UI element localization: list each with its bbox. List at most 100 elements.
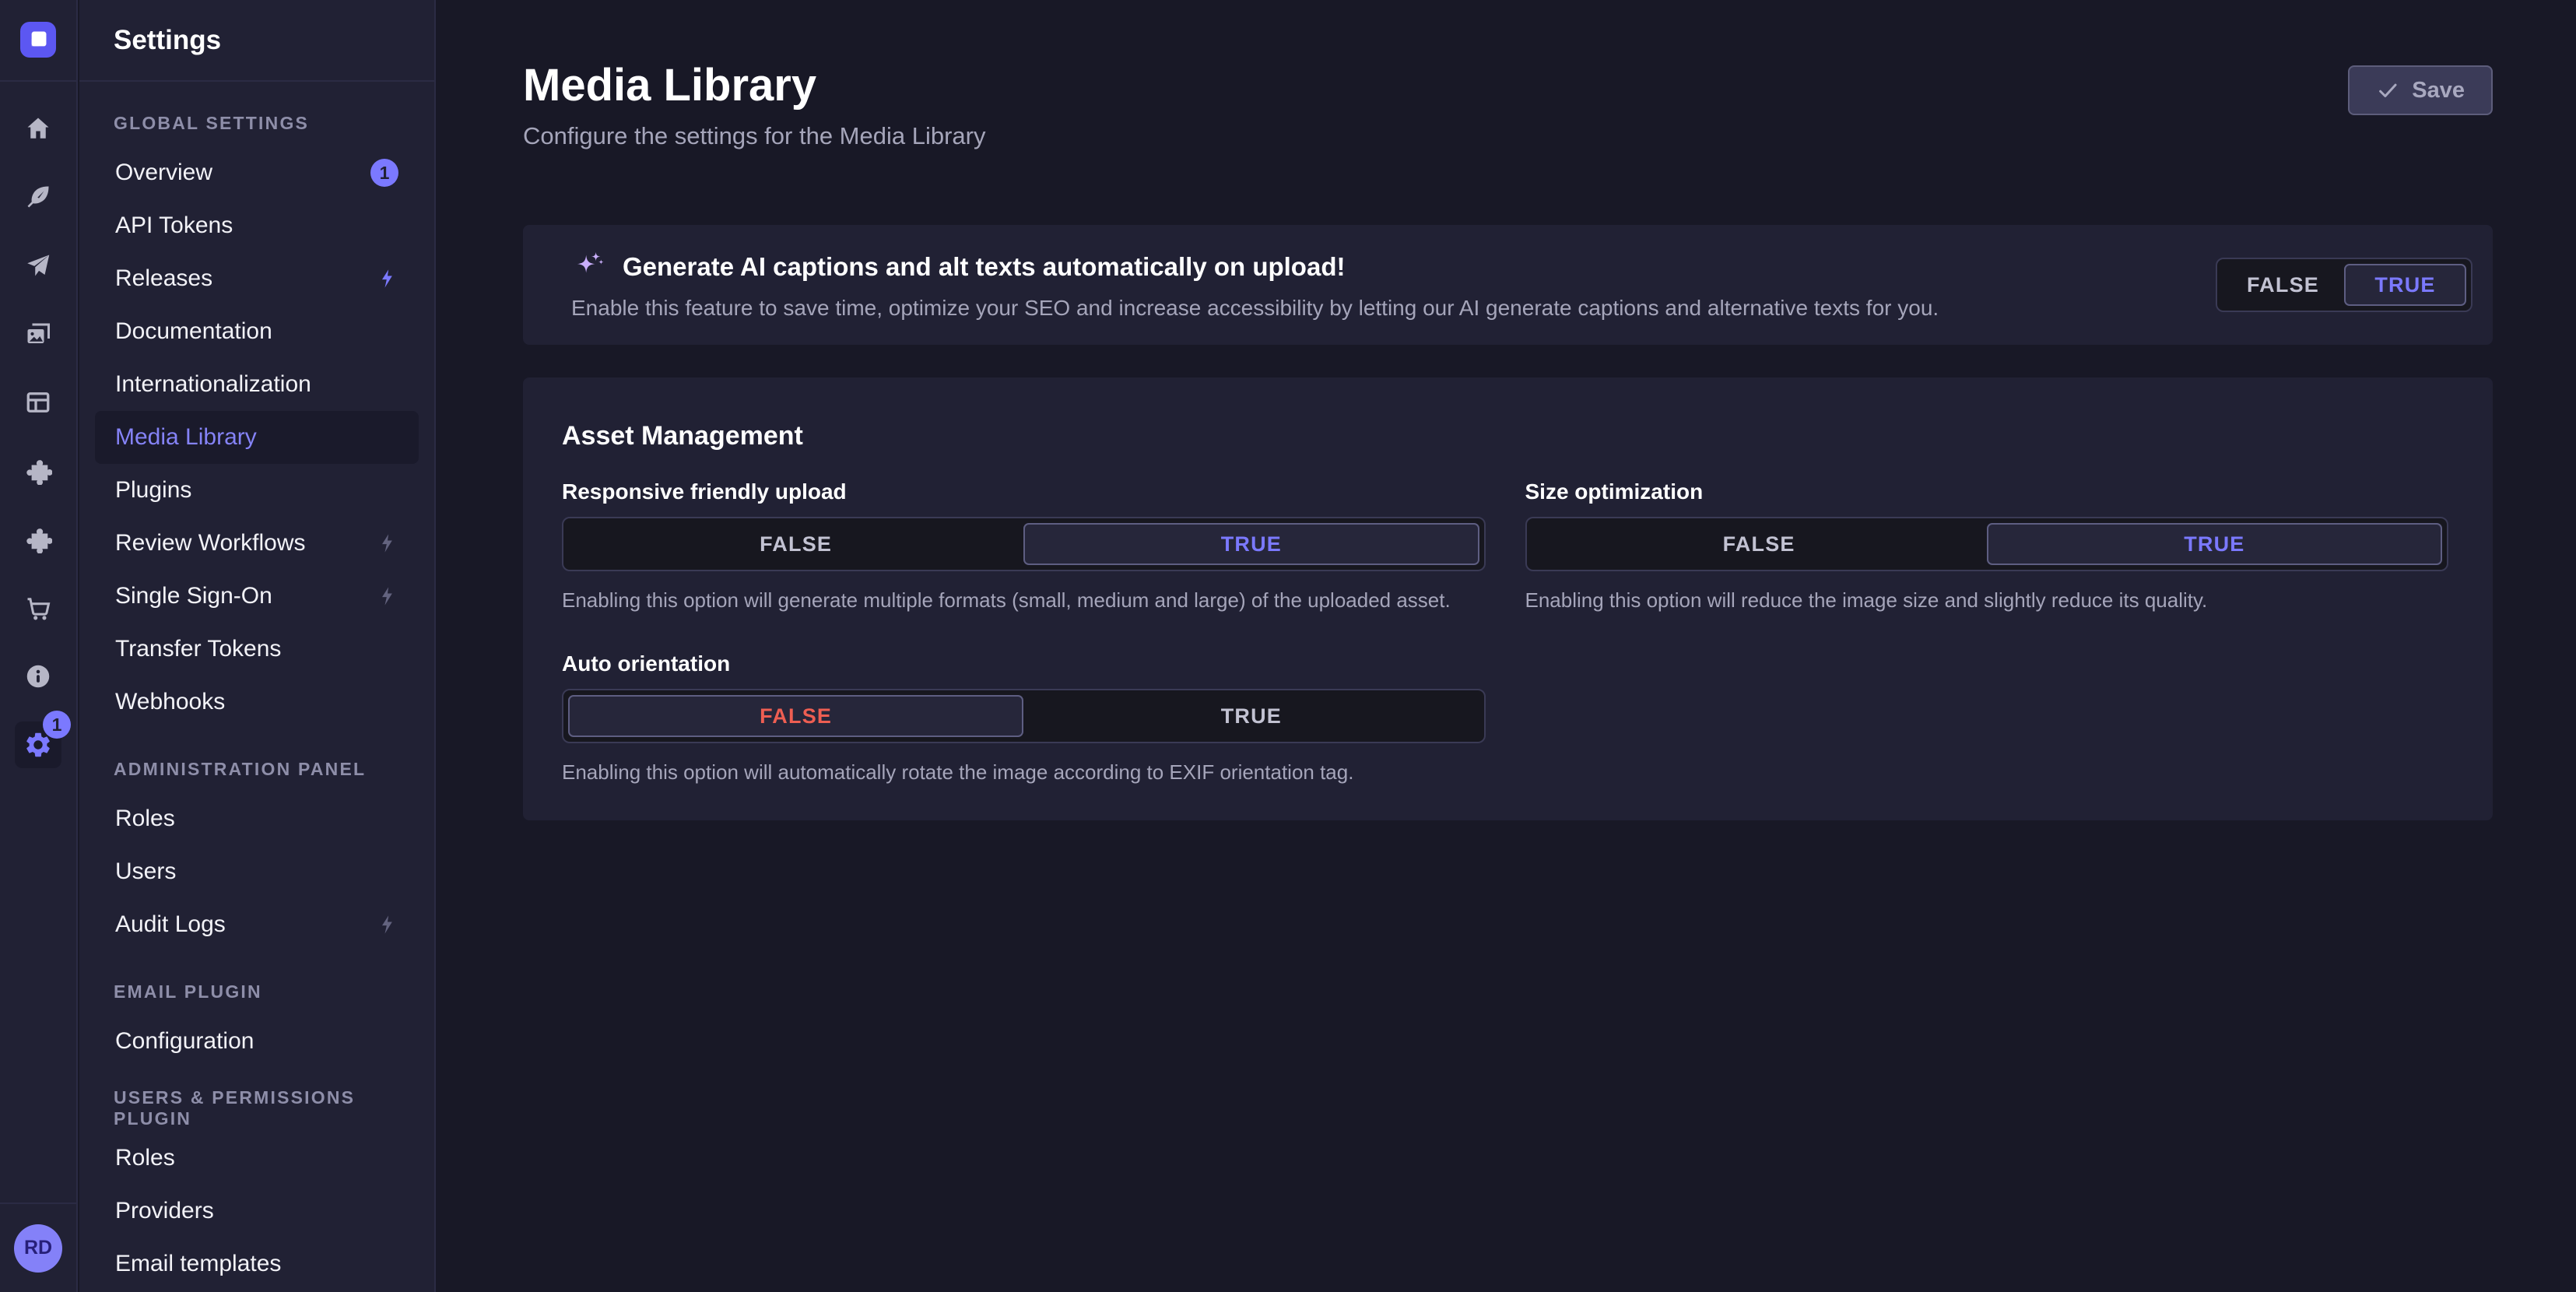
sidebar-item-transfer-tokens[interactable]: Transfer Tokens xyxy=(95,623,419,676)
asset-management-panel: Asset Management Responsive friendly upl… xyxy=(523,377,2493,820)
lightning-icon xyxy=(377,268,398,290)
logo-section xyxy=(0,0,76,82)
page-header: Media Library Configure the settings for… xyxy=(523,0,2493,150)
sidebar-item-label: Roles xyxy=(115,806,175,832)
home-icon[interactable] xyxy=(15,105,61,152)
sidebar-nav: GLOBAL SETTINGS Overview 1 API Tokens Re… xyxy=(79,82,434,1290)
sidebar-item-label: Plugins xyxy=(115,477,191,504)
field-label: Size optimization xyxy=(1525,479,2449,504)
save-button[interactable]: Save xyxy=(2348,65,2493,115)
ai-caption-toggle: FALSE TRUE xyxy=(2216,258,2472,312)
settings-icon[interactable]: 1 xyxy=(15,721,61,768)
content-manager-icon[interactable] xyxy=(15,174,61,220)
sidebar-item-review-workflows[interactable]: Review Workflows xyxy=(95,517,419,570)
auto-orientation-toggle-false[interactable]: FALSE xyxy=(568,695,1023,737)
asset-fields-grid: Responsive friendly upload FALSE TRUE En… xyxy=(562,479,2448,785)
field-description: Enabling this option will automatically … xyxy=(562,760,1486,785)
field-size-optimization: Size optimization FALSE TRUE Enabling th… xyxy=(1525,479,2449,613)
responsive-upload-toggle-false[interactable]: FALSE xyxy=(568,523,1023,565)
sidebar-item-documentation[interactable]: Documentation xyxy=(95,305,419,358)
sidebar-item-admin-roles[interactable]: Roles xyxy=(95,792,419,845)
sidebar-item-media-library[interactable]: Media Library xyxy=(95,411,419,464)
size-optimization-toggle-true[interactable]: TRUE xyxy=(1987,523,2442,565)
auto-orientation-toggle-true[interactable]: TRUE xyxy=(1023,695,1479,737)
lightning-icon xyxy=(377,585,398,607)
page-subtitle: Configure the settings for the Media Lib… xyxy=(523,122,985,150)
sidebar-item-label: Webhooks xyxy=(115,689,225,715)
field-description: Enabling this option will generate multi… xyxy=(562,588,1486,613)
sidebar-item-up-roles[interactable]: Roles xyxy=(95,1132,419,1185)
field-label: Responsive friendly upload xyxy=(562,479,1486,504)
sidebar-item-label: Documentation xyxy=(115,318,272,345)
media-library-icon[interactable] xyxy=(15,311,61,357)
sidebar-item-label: API Tokens xyxy=(115,212,233,239)
icon-rail: 1 RD xyxy=(0,0,78,1292)
sidebar-item-providers[interactable]: Providers xyxy=(95,1185,419,1238)
save-button-label: Save xyxy=(2412,78,2465,104)
send-icon[interactable] xyxy=(15,242,61,289)
app-root: 1 RD Settings GLOBAL SETTINGS Overview 1… xyxy=(0,0,2576,1292)
info-icon[interactable] xyxy=(15,653,61,700)
sidebar-item-label: Media Library xyxy=(115,424,257,451)
sidebar-item-label: Single Sign-On xyxy=(115,583,272,609)
field-description: Enabling this option will reduce the ima… xyxy=(1525,588,2449,613)
sidebar-item-label: Email templates xyxy=(115,1251,281,1277)
field-auto-orientation: Auto orientation FALSE TRUE Enabling thi… xyxy=(562,651,1486,785)
sidebar-item-single-sign-on[interactable]: Single Sign-On xyxy=(95,570,419,623)
section-global-settings: GLOBAL SETTINGS Overview 1 API Tokens Re… xyxy=(79,107,434,729)
plugin-alt-icon[interactable] xyxy=(15,516,61,563)
ai-caption-toggle-false[interactable]: FALSE xyxy=(2222,264,2344,306)
sidebar-item-label: Providers xyxy=(115,1198,214,1224)
sidebar-item-email-configuration[interactable]: Configuration xyxy=(95,1015,419,1068)
content-type-builder-icon[interactable] xyxy=(15,379,61,426)
ai-banner-description: Enable this feature to save time, optimi… xyxy=(571,296,1939,321)
sidebar-item-email-templates[interactable]: Email templates xyxy=(95,1238,419,1290)
lightning-icon xyxy=(377,914,398,936)
rail-icon-list: 1 xyxy=(0,82,76,790)
auto-orientation-toggle: FALSE TRUE xyxy=(562,689,1486,743)
strapi-logo[interactable] xyxy=(20,22,56,58)
asset-management-title: Asset Management xyxy=(562,421,2448,451)
section-label: EMAIL PLUGIN xyxy=(114,976,434,1007)
section-label: GLOBAL SETTINGS xyxy=(114,107,434,139)
strapi-logo-icon xyxy=(20,22,56,58)
section-email-plugin: EMAIL PLUGIN Configuration xyxy=(79,976,434,1068)
overview-badge: 1 xyxy=(370,159,398,187)
sidebar-item-plugins[interactable]: Plugins xyxy=(95,464,419,517)
ai-caption-banner: Generate AI captions and alt texts autom… xyxy=(523,225,2493,345)
sidebar-item-label: Releases xyxy=(115,265,212,292)
sidebar-item-label: Internationalization xyxy=(115,371,311,398)
sidebar-item-overview[interactable]: Overview 1 xyxy=(95,146,419,199)
size-optimization-toggle-false[interactable]: FALSE xyxy=(1532,523,1987,565)
ai-banner-text: Generate AI captions and alt texts autom… xyxy=(571,249,1939,321)
page-title: Media Library xyxy=(523,59,985,111)
check-icon xyxy=(2376,79,2399,102)
section-users-permissions-plugin: USERS & PERMISSIONS PLUGIN Roles Provide… xyxy=(79,1093,434,1290)
responsive-upload-toggle-true[interactable]: TRUE xyxy=(1023,523,1479,565)
field-label: Auto orientation xyxy=(562,651,1486,676)
sidebar-title: Settings xyxy=(114,25,221,56)
sidebar-item-label: Review Workflows xyxy=(115,530,306,556)
main-content: Media Library Configure the settings for… xyxy=(436,0,2576,1292)
marketplace-icon[interactable] xyxy=(15,585,61,631)
sidebar-item-audit-logs[interactable]: Audit Logs xyxy=(95,898,419,951)
settings-sidebar: Settings GLOBAL SETTINGS Overview 1 API … xyxy=(79,0,436,1292)
settings-notification-badge: 1 xyxy=(43,711,71,739)
avatar[interactable]: RD xyxy=(14,1224,62,1273)
ai-banner-title: Generate AI captions and alt texts autom… xyxy=(623,252,1345,282)
sidebar-item-internationalization[interactable]: Internationalization xyxy=(95,358,419,411)
sidebar-item-label: Transfer Tokens xyxy=(115,636,281,662)
sidebar-item-label: Roles xyxy=(115,1145,175,1171)
sidebar-item-label: Audit Logs xyxy=(115,911,226,938)
sidebar-item-webhooks[interactable]: Webhooks xyxy=(95,676,419,729)
sidebar-item-users[interactable]: Users xyxy=(95,845,419,898)
ai-caption-toggle-true[interactable]: TRUE xyxy=(2344,264,2466,306)
plugin-icon[interactable] xyxy=(15,448,61,494)
lightning-icon xyxy=(377,532,398,554)
page-header-text: Media Library Configure the settings for… xyxy=(523,59,985,150)
section-label: USERS & PERMISSIONS PLUGIN xyxy=(114,1093,434,1124)
sidebar-item-releases[interactable]: Releases xyxy=(95,252,419,305)
settings-sidebar-header: Settings xyxy=(79,0,434,82)
section-administration-panel: ADMINISTRATION PANEL Roles Users Audit L… xyxy=(79,753,434,951)
sidebar-item-api-tokens[interactable]: API Tokens xyxy=(95,199,419,252)
